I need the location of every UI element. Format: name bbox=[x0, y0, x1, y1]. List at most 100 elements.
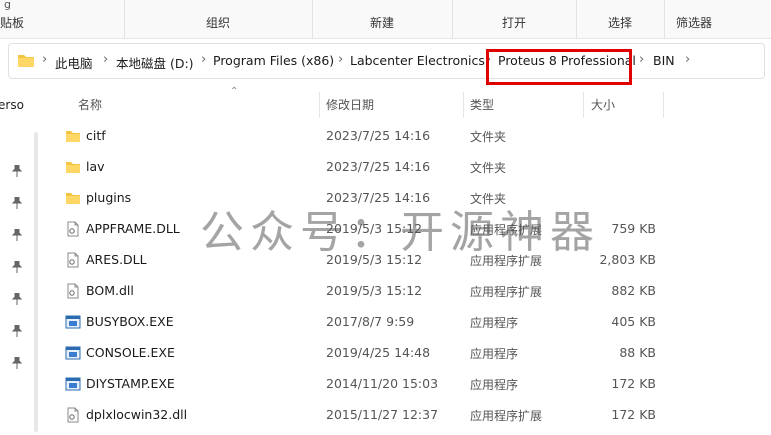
nav-item-partial[interactable]: erso bbox=[0, 98, 24, 112]
file-row[interactable]: BOM.dll 2019/5/3 15:12 应用程序扩展 882 KB bbox=[40, 275, 771, 306]
breadcrumb-program-files[interactable]: Program Files (x86) bbox=[213, 53, 334, 68]
chevron-right-icon: › bbox=[42, 52, 48, 67]
folder-icon bbox=[65, 128, 81, 144]
file-date: 2019/5/3 15:12 bbox=[326, 221, 423, 236]
file-row[interactable]: lav 2023/7/25 14:16 文件夹 bbox=[40, 151, 771, 182]
file-type: 应用程序 bbox=[470, 378, 519, 392]
column-divider[interactable] bbox=[583, 92, 584, 118]
file-type: 应用程序扩展 bbox=[470, 285, 543, 299]
breadcrumb-local-disk[interactable]: 本地磁盘 (D:) bbox=[116, 53, 194, 72]
breadcrumb-bin[interactable]: BIN bbox=[653, 53, 675, 68]
nav-scrollbar[interactable] bbox=[34, 132, 38, 432]
folder-icon bbox=[18, 55, 34, 67]
pin-icon[interactable] bbox=[12, 325, 22, 337]
pin-icon[interactable] bbox=[12, 229, 22, 241]
file-name[interactable]: APPFRAME.DLL bbox=[86, 221, 180, 236]
pin-icon[interactable] bbox=[12, 293, 22, 305]
ribbon-group-open[interactable]: 打开 bbox=[452, 0, 577, 38]
column-header-name[interactable]: 名称 bbox=[78, 96, 102, 113]
file-date: 2023/7/25 14:16 bbox=[326, 128, 431, 143]
exe-file-icon bbox=[65, 345, 81, 361]
chevron-right-icon: › bbox=[486, 52, 492, 67]
file-name[interactable]: plugins bbox=[86, 190, 131, 205]
file-date: 2023/7/25 14:16 bbox=[326, 159, 431, 174]
file-date: 2014/11/20 15:03 bbox=[326, 376, 439, 391]
ribbon-organize-label: 组织 bbox=[205, 16, 230, 30]
breadcrumb-this-pc[interactable]: 此电脑 bbox=[55, 53, 93, 72]
file-size: 2,803 KB bbox=[599, 252, 656, 267]
column-header-date[interactable]: 修改日期 bbox=[326, 96, 374, 113]
ribbon-group-clipboard[interactable]: 贴板 bbox=[0, 0, 125, 38]
chevron-right-icon: › bbox=[201, 52, 207, 67]
file-type: 文件夹 bbox=[470, 192, 507, 206]
breadcrumb-labcenter[interactable]: Labcenter Electronics bbox=[350, 53, 485, 68]
address-bar[interactable]: › 此电脑 › 本地磁盘 (D:) › Program Files (x86) … bbox=[8, 43, 765, 79]
dll-file-icon bbox=[65, 283, 81, 299]
pin-icon[interactable] bbox=[12, 165, 22, 177]
file-row[interactable]: ARES.DLL 2019/5/3 15:12 应用程序扩展 2,803 KB bbox=[40, 244, 771, 275]
file-size: 172 KB bbox=[611, 376, 656, 391]
file-row[interactable]: citf 2023/7/25 14:16 文件夹 bbox=[40, 120, 771, 151]
file-date: 2019/4/25 14:48 bbox=[326, 345, 431, 360]
file-type: 应用程序扩展 bbox=[470, 409, 543, 423]
file-row[interactable]: APPFRAME.DLL 2019/5/3 15:12 应用程序扩展 759 KB bbox=[40, 213, 771, 244]
exe-file-icon bbox=[65, 314, 81, 330]
ribbon-select-label: 选择 bbox=[607, 16, 632, 30]
column-header-type[interactable]: 类型 bbox=[470, 96, 494, 113]
file-type: 文件夹 bbox=[470, 161, 507, 175]
ribbon-group-filter[interactable]: 筛选器 bbox=[664, 0, 724, 38]
folder-icon bbox=[65, 159, 81, 175]
chevron-right-icon: › bbox=[103, 52, 109, 67]
folder-icon bbox=[65, 190, 81, 206]
file-type: 应用程序 bbox=[470, 347, 519, 361]
column-divider[interactable] bbox=[463, 92, 464, 118]
column-divider[interactable] bbox=[319, 92, 320, 118]
breadcrumb-proteus[interactable]: Proteus 8 Professional bbox=[498, 53, 636, 68]
chevron-right-icon: › bbox=[639, 52, 645, 67]
ribbon-clipboard-label: 贴板 bbox=[0, 16, 25, 30]
file-date: 2019/5/3 15:12 bbox=[326, 283, 423, 298]
ribbon-open-label: 打开 bbox=[501, 16, 526, 30]
file-row[interactable]: BUSYBOX.EXE 2017/8/7 9:59 应用程序 405 KB bbox=[40, 306, 771, 337]
dll-file-icon bbox=[65, 407, 81, 423]
ribbon-filter-label: 筛选器 bbox=[675, 16, 712, 30]
file-name[interactable]: BOM.dll bbox=[86, 283, 134, 298]
file-name[interactable]: dplxlocwin32.dll bbox=[86, 407, 187, 422]
file-type: 应用程序 bbox=[470, 316, 519, 330]
dll-file-icon bbox=[65, 221, 81, 237]
sort-up-icon: ⌃ bbox=[230, 86, 239, 97]
pin-icon[interactable] bbox=[12, 197, 22, 209]
ribbon-group-new[interactable]: 新建 bbox=[312, 0, 453, 38]
file-size: 172 KB bbox=[611, 407, 656, 422]
file-name[interactable]: CONSOLE.EXE bbox=[86, 345, 175, 360]
column-header-size[interactable]: 大小 bbox=[591, 96, 615, 113]
file-row[interactable]: DIYSTAMP.EXE 2014/11/20 15:03 应用程序 172 KB bbox=[40, 368, 771, 399]
ribbon-new-label: 新建 bbox=[369, 16, 394, 30]
column-header-row: ⌃ 名称 修改日期 类型 大小 bbox=[40, 86, 771, 118]
exe-file-icon bbox=[65, 376, 81, 392]
ribbon-group-organize[interactable]: 组织 bbox=[124, 0, 313, 38]
file-type: 应用程序扩展 bbox=[470, 254, 543, 268]
file-date: 2017/8/7 9:59 bbox=[326, 314, 415, 329]
pin-icon[interactable] bbox=[12, 357, 22, 369]
file-row[interactable]: plugins 2023/7/25 14:16 文件夹 bbox=[40, 182, 771, 213]
file-name[interactable]: DIYSTAMP.EXE bbox=[86, 376, 175, 391]
file-row[interactable]: dplxlocwin32.dll 2015/11/27 12:37 应用程序扩展 17… bbox=[40, 399, 771, 430]
file-name[interactable]: ARES.DLL bbox=[86, 252, 147, 267]
ribbon-group-select[interactable]: 选择 bbox=[576, 0, 665, 38]
file-date: 2023/7/25 14:16 bbox=[326, 190, 431, 205]
chevron-right-icon: › bbox=[685, 52, 691, 67]
file-size: 405 KB bbox=[611, 314, 656, 329]
file-name[interactable]: citf bbox=[86, 128, 106, 143]
file-size: 88 KB bbox=[619, 345, 656, 360]
file-type: 文件夹 bbox=[470, 130, 507, 144]
file-row[interactable]: CONSOLE.EXE 2019/4/25 14:48 应用程序 88 KB bbox=[40, 337, 771, 368]
pin-icon[interactable] bbox=[12, 261, 22, 273]
file-date: 2015/11/27 12:37 bbox=[326, 407, 439, 422]
chevron-right-icon: › bbox=[338, 52, 344, 67]
file-name[interactable]: lav bbox=[86, 159, 105, 174]
file-name[interactable]: BUSYBOX.EXE bbox=[86, 314, 174, 329]
file-date: 2019/5/3 15:12 bbox=[326, 252, 423, 267]
column-divider[interactable] bbox=[663, 92, 664, 118]
file-size: 759 KB bbox=[611, 221, 656, 236]
